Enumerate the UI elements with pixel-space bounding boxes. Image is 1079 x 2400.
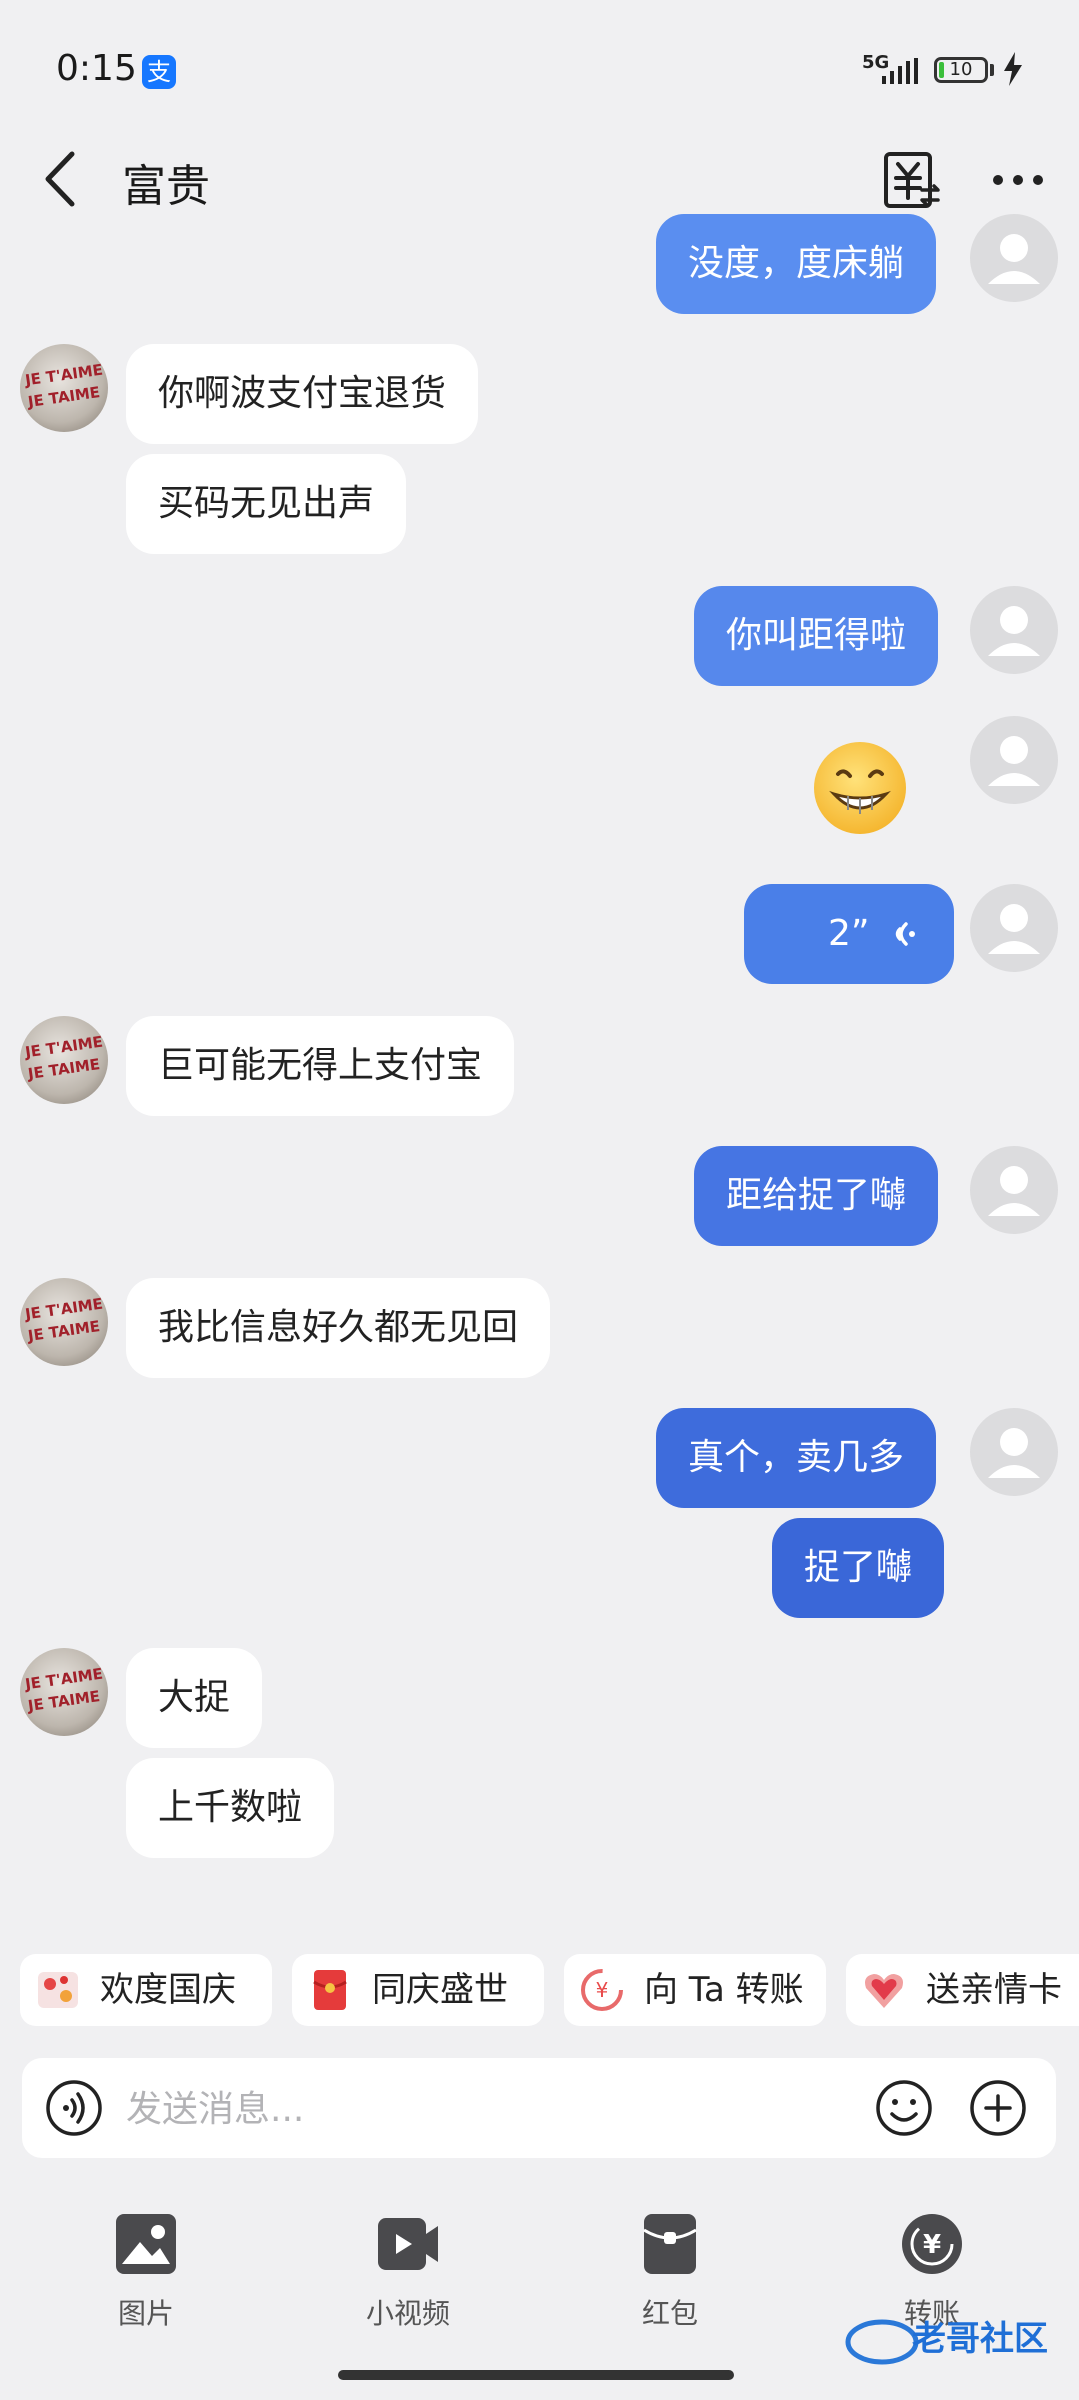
tool-video[interactable]: 小视频 — [348, 2210, 468, 2332]
message-bubble-out[interactable]: 距给捉了嚹 — [694, 1146, 939, 1246]
video-icon — [378, 2218, 438, 2270]
charging-icon — [1004, 52, 1022, 86]
voice-wave-icon — [895, 922, 915, 946]
message-bubble-in[interactable]: 你啊波支付宝退货 — [126, 344, 479, 444]
message-bubble-out[interactable]: 没度，度床躺 — [656, 214, 937, 314]
my-avatar[interactable] — [970, 586, 1058, 674]
battery-level: 10 — [949, 59, 973, 80]
transfer-money-icon: ¥ — [902, 2214, 962, 2274]
back-icon[interactable] — [36, 148, 86, 210]
message-bubble-in[interactable]: 买码无见出声 — [126, 454, 407, 554]
message-input[interactable] — [124, 2072, 848, 2146]
chip-national-day[interactable]: 欢度国庆 — [20, 1954, 272, 2026]
my-avatar[interactable] — [970, 1146, 1058, 1234]
voice-input-icon[interactable] — [44, 2078, 104, 2138]
battery-tip — [990, 64, 994, 76]
contact-avatar[interactable]: JE T'AIME JE TAIME — [20, 344, 108, 432]
battery-icon: 10 — [934, 57, 988, 83]
chat-title: 富贵 — [122, 161, 210, 212]
contact-avatar[interactable]: JE T'AIME JE TAIME — [20, 1648, 108, 1736]
watermark-text: 老哥社区 — [912, 2319, 1048, 2359]
tool-red-packet[interactable]: 红包 — [610, 2210, 730, 2332]
voice-duration: 2” — [828, 913, 870, 954]
heart-card-icon — [865, 1974, 903, 2008]
watermark-logo: 老哥社区 — [845, 2319, 1048, 2365]
status-time: 0:15 — [56, 48, 137, 89]
message-bubble-in[interactable]: 上千数啦 — [126, 1758, 335, 1858]
contact-avatar[interactable]: JE T'AIME JE TAIME — [20, 1278, 108, 1366]
home-indicator[interactable] — [338, 2370, 734, 2380]
red-packet-icon — [643, 2214, 697, 2274]
emoji-icon[interactable] — [874, 2078, 934, 2138]
message-bubble-in[interactable]: 我比信息好久都无见回 — [126, 1278, 551, 1378]
svg-text:¥: ¥ — [923, 2230, 941, 2260]
image-icon — [116, 2214, 176, 2274]
message-bubble-out[interactable]: 你叫距得啦 — [694, 586, 939, 686]
chip-celebration[interactable]: 同庆盛世 — [292, 1954, 544, 2026]
tool-image[interactable]: 图片 — [86, 2210, 206, 2332]
message-bubble-out[interactable]: 捉了嚹 — [772, 1518, 945, 1618]
message-bubble-out[interactable]: 真个，卖几多 — [656, 1408, 937, 1508]
chip-transfer-to-ta[interactable]: ¥ 向 Ta 转账 — [564, 1954, 826, 2026]
alipay-badge-icon: 支 — [142, 55, 176, 89]
red-envelope-icon — [313, 1970, 347, 2010]
more-icon[interactable] — [988, 160, 1048, 200]
plus-icon[interactable] — [968, 2078, 1028, 2138]
contact-avatar[interactable]: JE T'AIME JE TAIME — [20, 1016, 108, 1104]
signal-icon — [882, 58, 918, 84]
my-avatar[interactable] — [970, 1408, 1058, 1496]
my-avatar[interactable] — [970, 716, 1058, 804]
transfer-yuan-icon: ¥ — [581, 1969, 623, 2011]
svg-text:¥: ¥ — [596, 1978, 609, 2002]
my-avatar[interactable] — [970, 884, 1058, 972]
transfer-icon[interactable] — [882, 150, 942, 210]
chip-family-card[interactable]: 送亲情卡 — [846, 1954, 1079, 2026]
message-bubble-in[interactable]: 巨可能无得上支付宝 — [126, 1016, 515, 1116]
grin-emoji-icon[interactable] — [810, 738, 910, 838]
voice-message[interactable]: 2” — [744, 884, 954, 984]
message-bubble-in[interactable]: 大捉 — [126, 1648, 263, 1748]
festival-icon — [38, 1972, 78, 2008]
my-avatar[interactable] — [970, 214, 1058, 302]
